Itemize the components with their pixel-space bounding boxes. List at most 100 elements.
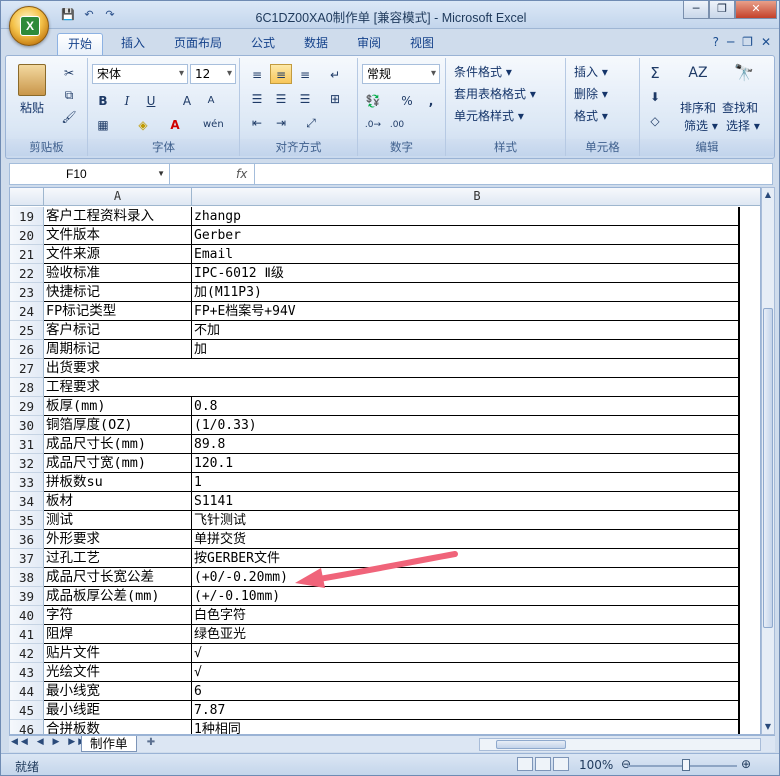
scroll-up-icon[interactable]: ▲ [762, 188, 774, 202]
cell-b[interactable]: 白色字符 [192, 606, 740, 625]
tab-data[interactable]: 数据 [294, 33, 338, 55]
cell-a[interactable]: 客户标记 [44, 321, 192, 340]
cell-b[interactable]: (+0/-0.20mm) [192, 568, 740, 587]
borders-icon[interactable]: ▦ [92, 114, 114, 134]
insert-sheet-icon[interactable]: ✚ [143, 737, 159, 751]
cell-a[interactable]: 客户工程资料录入 [44, 207, 192, 226]
paste-icon[interactable] [18, 64, 46, 96]
page-layout-view-icon[interactable] [535, 757, 551, 771]
row-header[interactable]: 28 [10, 378, 44, 397]
cell-a[interactable]: 工程要求 [44, 378, 740, 397]
column-header-a[interactable]: A [44, 188, 192, 206]
page-break-view-icon[interactable] [553, 757, 569, 771]
row-header[interactable]: 36 [10, 530, 44, 549]
cell-b[interactable]: IPC-6012 Ⅱ级 [192, 264, 740, 283]
tab-formulas[interactable]: 公式 [241, 33, 285, 55]
row-header[interactable]: 20 [10, 226, 44, 245]
cell-a[interactable]: 周期标记 [44, 340, 192, 359]
horizontal-scrollbar[interactable] [479, 738, 761, 751]
row-header[interactable]: 19 [10, 207, 44, 226]
zoom-slider-knob[interactable] [682, 759, 690, 771]
row-header[interactable]: 46 [10, 720, 44, 734]
percent-icon[interactable]: % [396, 90, 418, 110]
align-middle-icon[interactable]: ≡ [270, 64, 292, 84]
cell-a[interactable]: 验收标准 [44, 264, 192, 283]
cell-b[interactable]: √ [192, 644, 740, 663]
row-header[interactable]: 37 [10, 549, 44, 568]
vertical-scroll-thumb[interactable] [763, 308, 773, 628]
cell-a[interactable]: 成品尺寸长宽公差 [44, 568, 192, 587]
cell-a[interactable]: 铜箔厚度(OZ) [44, 416, 192, 435]
row-header[interactable]: 39 [10, 587, 44, 606]
sort-filter-label1[interactable]: 排序和 [680, 98, 716, 118]
increase-indent-icon[interactable]: ⇥ [270, 112, 292, 132]
cell-b[interactable]: 1 [192, 473, 740, 492]
fill-icon[interactable]: ⬇ [644, 86, 666, 106]
restore-button[interactable]: ❐ [709, 1, 735, 19]
format-as-table-button[interactable]: 套用表格格式 ▾ [454, 84, 536, 104]
cell-a[interactable]: 光绘文件 [44, 663, 192, 682]
merge-center-icon[interactable]: ⊞ [324, 88, 346, 108]
cell-b[interactable]: 120.1 [192, 454, 740, 473]
close-button[interactable]: ✕ [735, 1, 777, 19]
find-select-label1[interactable]: 查找和 [722, 98, 758, 118]
name-box[interactable]: F10 [10, 164, 170, 184]
format-painter-icon[interactable]: 🖌 [58, 106, 80, 126]
tab-insert[interactable]: 插入 [111, 33, 155, 55]
cut-icon[interactable]: ✂ [58, 62, 80, 82]
font-name-dropdown[interactable]: 宋体 [92, 64, 188, 84]
function-icon[interactable]: fx [236, 165, 247, 183]
sort-filter-label2[interactable]: 筛选 ▾ [684, 116, 718, 136]
row-header[interactable]: 24 [10, 302, 44, 321]
find-select-icon[interactable]: 🔭 [730, 62, 758, 82]
decrease-font-icon[interactable]: A [200, 90, 222, 110]
row-header[interactable]: 31 [10, 435, 44, 454]
cell-a[interactable]: 阻焊 [44, 625, 192, 644]
cell-b[interactable]: 1种相同 [192, 720, 740, 734]
row-header[interactable]: 32 [10, 454, 44, 473]
cell-b[interactable]: 6 [192, 682, 740, 701]
cell-b[interactable]: FP+E档案号+94V [192, 302, 740, 321]
cell-a[interactable]: 贴片文件 [44, 644, 192, 663]
cell-b[interactable]: Email [192, 245, 740, 264]
cell-b[interactable]: (+/-0.10mm) [192, 587, 740, 606]
sheet-nav-arrows-icon[interactable]: ◀◀ ◀ ▶ ▶▶ [11, 737, 88, 747]
align-bottom-icon[interactable]: ≡ [294, 64, 316, 84]
tab-page-layout[interactable]: 页面布局 [164, 33, 232, 55]
cell-b[interactable]: 89.8 [192, 435, 740, 454]
underline-icon[interactable]: U [140, 90, 162, 110]
cell-a[interactable]: 外形要求 [44, 530, 192, 549]
select-all-corner[interactable] [10, 188, 44, 206]
row-header[interactable]: 21 [10, 245, 44, 264]
cell-a[interactable]: 测试 [44, 511, 192, 530]
row-header[interactable]: 26 [10, 340, 44, 359]
tab-home[interactable]: 开始 [57, 33, 104, 55]
zoom-out-icon[interactable]: ⊖ [621, 757, 631, 771]
row-header[interactable]: 35 [10, 511, 44, 530]
autosum-icon[interactable]: Σ [644, 62, 666, 82]
insert-cells-button[interactable]: 插入 ▾ [574, 62, 608, 82]
wrap-text-icon[interactable]: ↵ [324, 64, 346, 84]
cell-a[interactable]: 出货要求 [44, 359, 740, 378]
cell-a[interactable]: 快捷标记 [44, 283, 192, 302]
formula-input[interactable] [254, 164, 772, 184]
ribbon-restore-icon[interactable]: ❐ [742, 35, 753, 49]
row-header[interactable]: 34 [10, 492, 44, 511]
scroll-down-icon[interactable]: ▼ [762, 720, 774, 734]
align-top-icon[interactable]: ≡ [246, 64, 268, 84]
decrease-indent-icon[interactable]: ⇤ [246, 112, 268, 132]
ribbon-close-icon[interactable]: ✕ [761, 35, 771, 49]
sort-filter-icon[interactable]: AZ [684, 62, 712, 82]
zoom-level[interactable]: 100% [579, 758, 613, 772]
cell-b[interactable]: 加 [192, 340, 740, 359]
cell-b[interactable]: (1/0.33) [192, 416, 740, 435]
cell-b[interactable]: 不加 [192, 321, 740, 340]
cell-a[interactable]: 成品尺寸长(mm) [44, 435, 192, 454]
comma-icon[interactable]: , [420, 90, 442, 110]
ribbon-minimize-icon[interactable]: ─ [727, 35, 734, 49]
row-header[interactable]: 23 [10, 283, 44, 302]
tab-view[interactable]: 视图 [400, 33, 444, 55]
paste-button[interactable]: 粘贴 [20, 98, 44, 118]
decrease-decimal-icon[interactable]: .00 [386, 114, 408, 134]
currency-icon[interactable]: 💱 [362, 90, 384, 110]
